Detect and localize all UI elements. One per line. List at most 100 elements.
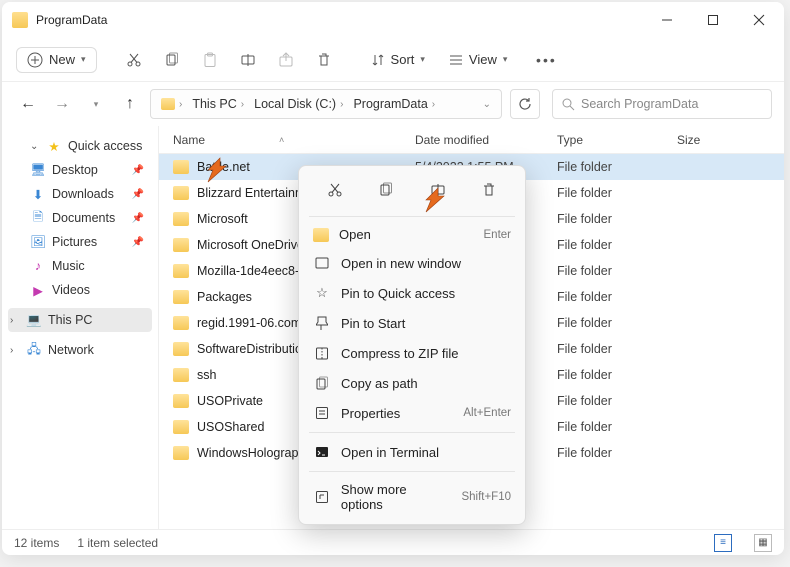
context-pin-start[interactable]: Pin to Start — [305, 308, 519, 338]
cell-type: File folder — [557, 316, 677, 330]
context-copy-button[interactable] — [370, 176, 402, 204]
sidebar-item-pictures[interactable]: 🖼Pictures📌 — [8, 230, 152, 254]
folder-icon — [173, 394, 189, 408]
documents-icon: 🗎 — [30, 210, 46, 226]
cell-type: File folder — [557, 238, 677, 252]
sidebar-quick-access[interactable]: ⌄ ★ Quick access — [8, 134, 152, 158]
folder-icon — [173, 342, 189, 356]
cell-type: File folder — [557, 186, 677, 200]
refresh-button[interactable] — [510, 89, 540, 119]
address-dropdown-icon[interactable]: ⌄ — [479, 99, 495, 110]
cell-type: File folder — [557, 394, 677, 408]
paste-button[interactable] — [193, 43, 227, 77]
cell-type: File folder — [557, 264, 677, 278]
more-options-icon — [313, 488, 331, 506]
cell-type: File folder — [557, 420, 677, 434]
annotation-arrow-row — [196, 152, 232, 188]
icons-view-toggle[interactable]: ▦ — [754, 534, 772, 552]
zip-icon — [313, 344, 331, 362]
context-properties[interactable]: PropertiesAlt+Enter — [305, 398, 519, 428]
folder-icon — [173, 238, 189, 252]
downloads-icon: ⬇ — [30, 186, 46, 202]
context-copy-path[interactable]: Copy as path — [305, 368, 519, 398]
more-button[interactable]: ••• — [529, 43, 563, 77]
address-folder-icon — [161, 98, 175, 110]
sidebar-item-desktop[interactable]: 🖥Desktop📌 — [8, 158, 152, 182]
folder-icon — [173, 160, 189, 174]
annotation-arrow-delete — [414, 182, 450, 218]
view-icon — [449, 53, 463, 67]
pin-icon: 📌 — [132, 165, 144, 176]
search-input[interactable]: Search ProgramData — [552, 89, 772, 119]
up-button[interactable]: ↑ — [116, 90, 144, 118]
cut-button[interactable] — [117, 43, 151, 77]
status-selected: 1 item selected — [77, 536, 158, 550]
context-open-new-window[interactable]: Open in new window — [305, 248, 519, 278]
close-button[interactable] — [736, 2, 782, 38]
column-date[interactable]: Date modified — [415, 133, 557, 147]
sidebar-item-downloads[interactable]: ⬇Downloads📌 — [8, 182, 152, 206]
context-open-terminal[interactable]: Open in Terminal — [305, 437, 519, 467]
plus-circle-icon — [27, 52, 43, 68]
new-label: New — [49, 52, 75, 67]
window-folder-icon — [12, 12, 28, 28]
search-icon — [561, 97, 575, 111]
sidebar-item-documents[interactable]: 🗎Documents📌 — [8, 206, 152, 230]
folder-icon — [173, 290, 189, 304]
star-icon: ☆ — [313, 284, 331, 302]
column-name[interactable]: Name ˄ — [159, 133, 415, 147]
cell-type: File folder — [557, 368, 677, 382]
music-icon: ♪ — [30, 258, 46, 274]
folder-icon — [173, 420, 189, 434]
context-compress-zip[interactable]: Compress to ZIP file — [305, 338, 519, 368]
delete-button[interactable] — [307, 43, 341, 77]
sidebar-item-videos[interactable]: ▶Videos — [8, 278, 152, 302]
sort-button[interactable]: Sort ▾ — [361, 48, 435, 71]
copy-path-icon — [313, 374, 331, 392]
pin-icon — [313, 314, 331, 332]
sidebar-this-pc[interactable]: › 💻 This PC — [8, 308, 152, 332]
context-delete-button[interactable] — [473, 176, 505, 204]
details-view-toggle[interactable]: ≡ — [714, 534, 732, 552]
folder-icon — [173, 446, 189, 460]
cell-type: File folder — [557, 342, 677, 356]
pin-icon: 📌 — [132, 189, 144, 200]
forward-button[interactable]: → — [48, 90, 76, 118]
context-open[interactable]: OpenEnter — [305, 221, 519, 248]
desktop-icon: 🖥 — [30, 162, 46, 178]
status-count: 12 items — [14, 536, 59, 550]
folder-icon — [173, 186, 189, 200]
terminal-icon — [313, 443, 331, 461]
window-icon — [313, 254, 331, 272]
maximize-button[interactable] — [690, 2, 736, 38]
breadcrumb-segment: ProgramData › — [349, 95, 439, 113]
folder-icon — [173, 264, 189, 278]
pc-icon: 💻 — [26, 312, 42, 328]
view-button[interactable]: View ▾ — [439, 48, 517, 71]
column-type[interactable]: Type — [557, 133, 677, 147]
network-icon: 🖧 — [26, 342, 42, 358]
column-size[interactable]: Size — [677, 133, 784, 147]
properties-icon — [313, 404, 331, 422]
folder-icon — [173, 316, 189, 330]
context-cut-button[interactable] — [319, 176, 351, 204]
context-pin-quick-access[interactable]: ☆Pin to Quick access — [305, 278, 519, 308]
breadcrumb-segment: Local Disk (C:) › — [250, 95, 347, 113]
back-button[interactable]: ← — [14, 90, 42, 118]
videos-icon: ▶ — [30, 282, 46, 298]
sidebar-item-music[interactable]: ♪Music — [8, 254, 152, 278]
context-show-more[interactable]: Show more optionsShift+F10 — [305, 476, 519, 518]
sidebar-network[interactable]: › 🖧 Network — [8, 338, 152, 362]
recent-button[interactable]: ▾ — [82, 90, 110, 118]
minimize-button[interactable] — [644, 2, 690, 38]
new-button[interactable]: New ▾ — [16, 47, 97, 73]
sort-indicator-icon: ˄ — [279, 135, 284, 145]
cell-type: File folder — [557, 212, 677, 226]
address-bar[interactable]: › This PC › Local Disk (C:) › ProgramDat… — [150, 89, 502, 119]
share-button[interactable] — [269, 43, 303, 77]
sort-icon — [371, 53, 385, 67]
copy-button[interactable] — [155, 43, 189, 77]
rename-button[interactable] — [231, 43, 265, 77]
pin-icon: 📌 — [132, 237, 144, 248]
pin-icon: 📌 — [132, 213, 144, 224]
